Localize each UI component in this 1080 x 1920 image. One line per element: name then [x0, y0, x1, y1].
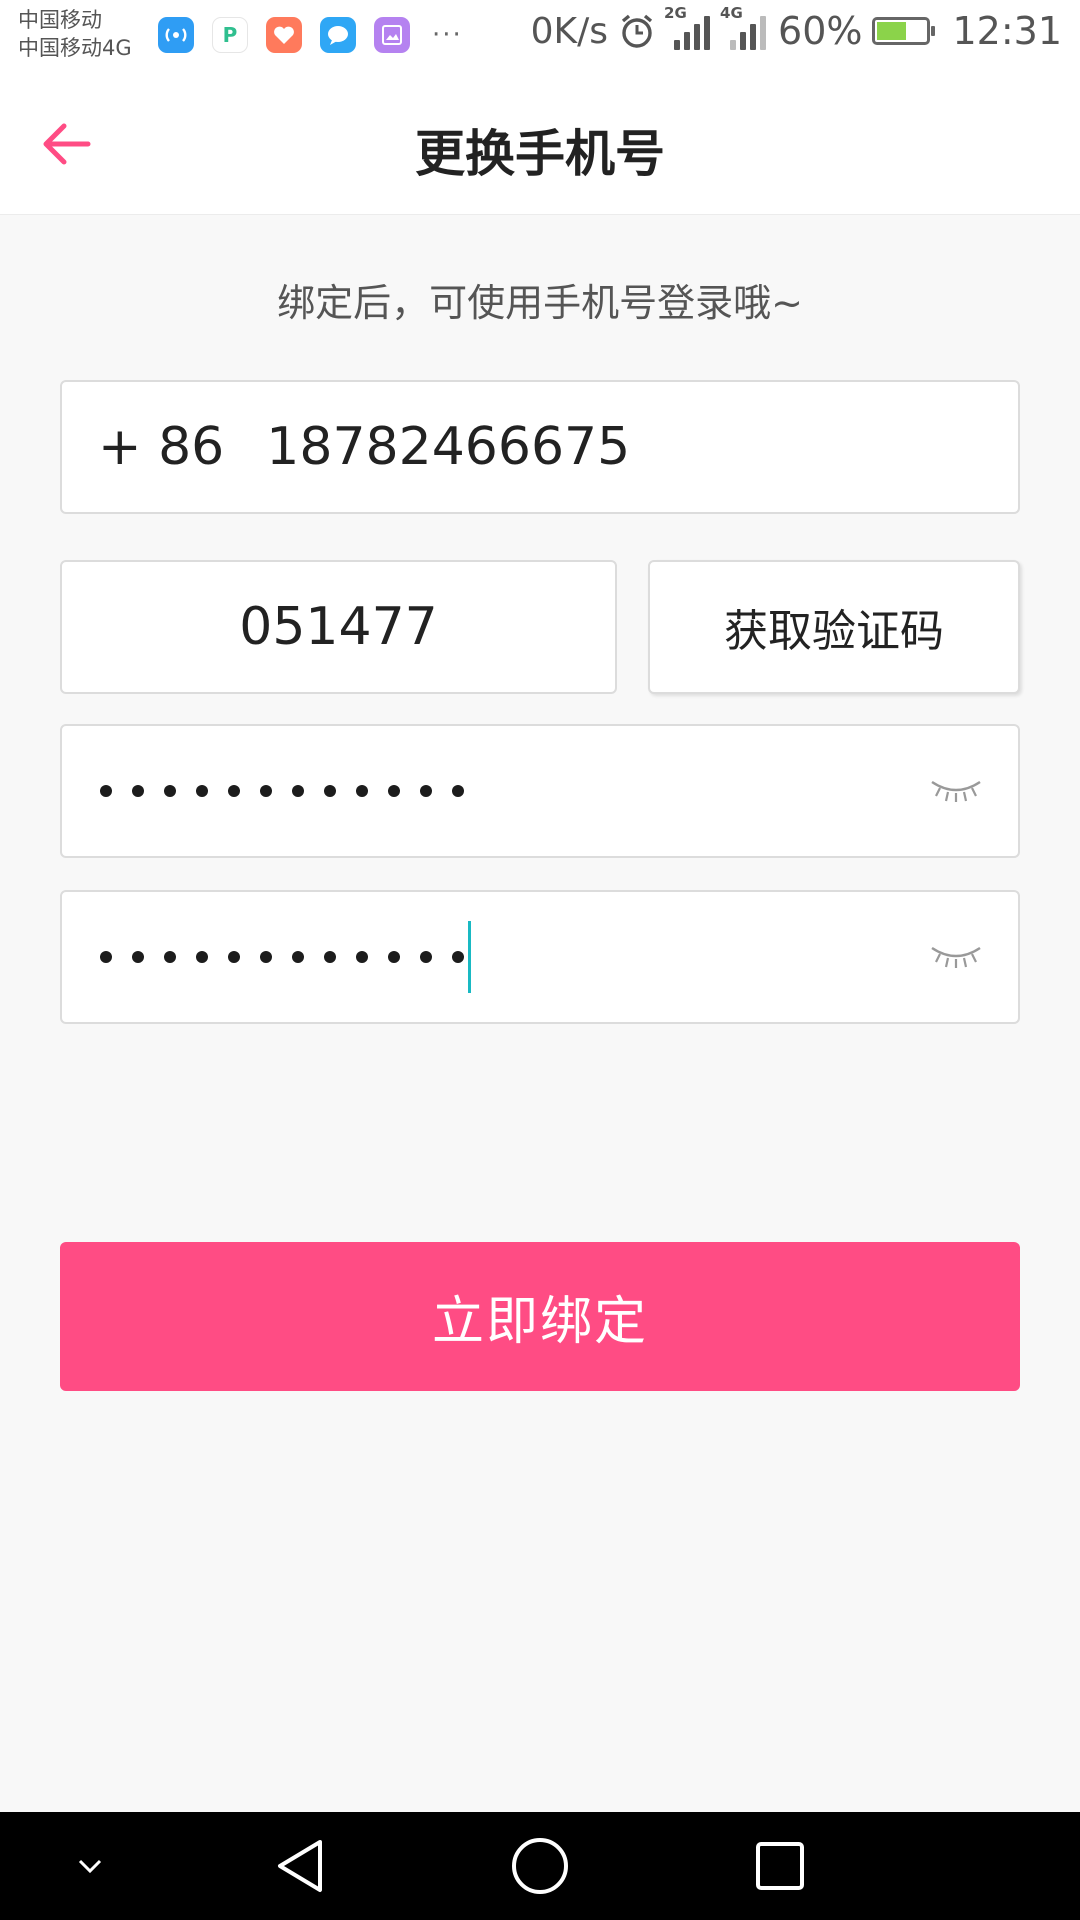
health-app-icon	[266, 17, 302, 53]
password-dot	[132, 785, 144, 797]
password-dot	[260, 951, 272, 963]
password-dot	[356, 951, 368, 963]
clock: 12:31	[952, 9, 1062, 53]
password-dot	[356, 785, 368, 797]
battery-icon	[872, 17, 936, 45]
eye-closed-icon[interactable]	[928, 772, 984, 808]
confirm-password-input[interactable]	[60, 890, 1020, 1024]
navigation-bar	[0, 1812, 1080, 1920]
message-app-icon	[320, 17, 356, 53]
signal-2g-tag: 2G	[664, 4, 687, 22]
password-dot	[420, 951, 432, 963]
password-dot	[452, 951, 464, 963]
p-app-icon: P	[212, 17, 248, 53]
notification-icons: P ···	[158, 17, 463, 53]
signal-2g-icon: 2G	[664, 4, 712, 54]
status-bar: 中国移动 中国移动4G P ··· 0K/s 2G 4G 60% 12:31	[0, 0, 1080, 74]
carrier-1: 中国移动	[18, 8, 102, 32]
home-circle-icon[interactable]	[500, 1812, 580, 1920]
carrier-info: 中国移动 中国移动4G	[18, 6, 132, 62]
wifi-hotspot-icon	[158, 17, 194, 53]
alarm-icon	[618, 12, 656, 50]
password-dot	[164, 951, 176, 963]
password-dot	[324, 951, 336, 963]
carrier-2: 中国移动4G	[18, 36, 132, 60]
recents-square-icon[interactable]	[740, 1812, 820, 1920]
signal-4g-tag: 4G	[720, 4, 743, 22]
password-input[interactable]	[60, 724, 1020, 858]
password-dot	[228, 785, 240, 797]
signal-4g-icon: 4G	[720, 4, 768, 54]
network-speed: 0K/s	[530, 10, 609, 52]
gallery-app-icon	[374, 17, 410, 53]
password-dot	[324, 785, 336, 797]
bind-hint: 绑定后，可使用手机号登录哦~	[277, 281, 803, 325]
password-dot	[164, 785, 176, 797]
text-caret	[468, 921, 471, 993]
eye-closed-icon[interactable]	[928, 938, 984, 974]
country-code[interactable]: + 86	[98, 417, 224, 477]
password-dot	[292, 785, 304, 797]
get-code-button[interactable]: 获取验证码	[648, 560, 1020, 694]
password-dot	[420, 785, 432, 797]
more-notifications: ···	[432, 20, 463, 50]
password-dot	[388, 951, 400, 963]
status-right: 0K/s 2G 4G 60% 12:31	[530, 4, 1062, 54]
bind-now-button[interactable]: 立即绑定	[60, 1242, 1020, 1391]
password-dot	[388, 785, 400, 797]
password-dot	[196, 785, 208, 797]
phone-number-input[interactable]: 18782466675	[266, 417, 630, 477]
password-dot	[452, 785, 464, 797]
battery-fill	[877, 22, 907, 40]
password-dot	[100, 785, 112, 797]
password-dot	[292, 951, 304, 963]
phone-field[interactable]: + 86 18782466675	[60, 380, 1020, 514]
page-title: 更换手机号	[415, 125, 665, 183]
back-triangle-icon[interactable]	[260, 1812, 340, 1920]
password-mask	[100, 785, 464, 797]
password-dot	[100, 951, 112, 963]
password-dot	[196, 951, 208, 963]
password-dot	[260, 785, 272, 797]
password-dot	[228, 951, 240, 963]
battery-percent: 60%	[778, 9, 863, 53]
collapse-down-icon[interactable]	[50, 1812, 130, 1920]
password-dot	[132, 951, 144, 963]
verification-code-input[interactable]: 051477	[60, 560, 617, 694]
header: 更换手机号	[0, 74, 1080, 215]
confirm-password-mask	[100, 951, 464, 963]
